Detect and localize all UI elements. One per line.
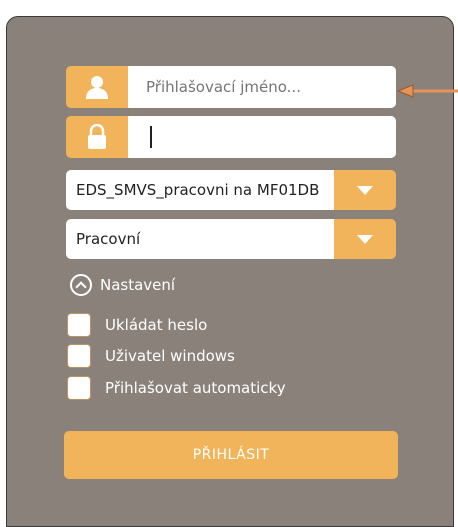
windows-user-option[interactable]: Uživatel windows — [67, 344, 235, 368]
database-dropdown-button[interactable] — [334, 170, 396, 210]
mode-select[interactable]: Pracovní — [66, 219, 396, 259]
username-row — [66, 66, 396, 108]
mode-dropdown-button[interactable] — [334, 219, 396, 259]
triangle-down-icon — [357, 234, 373, 244]
auto-login-checkbox[interactable] — [67, 376, 91, 400]
remember-password-label: Ukládat heslo — [105, 316, 208, 334]
auto-login-option[interactable]: Přihlašovat automaticky — [67, 376, 286, 400]
windows-user-checkbox[interactable] — [67, 344, 91, 368]
mode-select-value: Pracovní — [66, 219, 334, 259]
user-icon — [66, 66, 128, 108]
text-caret — [150, 126, 152, 148]
auto-login-label: Přihlašovat automaticky — [105, 379, 286, 397]
remember-password-checkbox[interactable] — [67, 313, 91, 337]
chevron-up-circle-icon — [70, 274, 92, 296]
database-select-value: EDS_SMVS_pracovni na MF01DB — [66, 170, 334, 210]
login-button[interactable]: PŘIHLÁSIT — [64, 431, 398, 479]
password-row — [66, 116, 396, 158]
username-input[interactable] — [128, 66, 396, 108]
password-input[interactable] — [128, 116, 396, 158]
lock-icon — [66, 116, 128, 158]
settings-label: Nastavení — [100, 276, 176, 294]
remember-password-option[interactable]: Ukládat heslo — [67, 313, 207, 337]
windows-user-label: Uživatel windows — [105, 347, 235, 365]
triangle-down-icon — [357, 185, 373, 195]
arrow-left-icon — [397, 84, 458, 98]
database-select[interactable]: EDS_SMVS_pracovni na MF01DB — [66, 170, 396, 210]
settings-toggle[interactable]: Nastavení — [70, 274, 175, 296]
